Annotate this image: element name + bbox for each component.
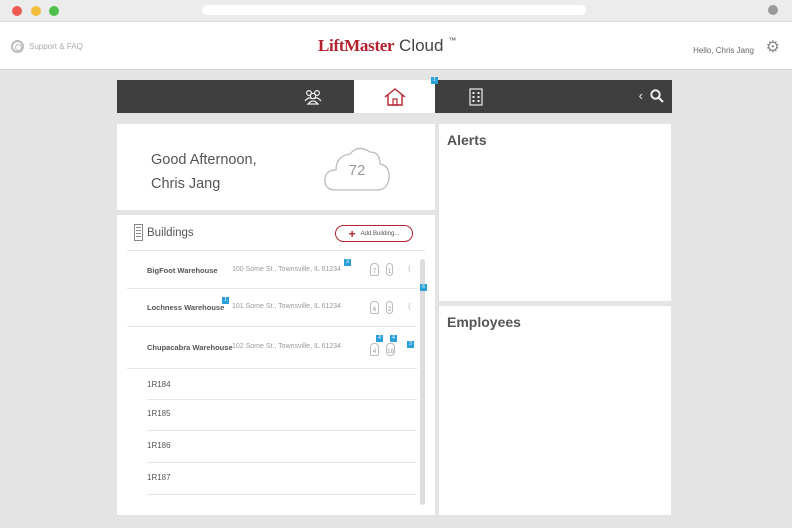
notification-badge: 1 bbox=[431, 77, 438, 84]
app-header: Support & FAQ LiftMaster Cloud ™ Hello, … bbox=[0, 22, 792, 70]
building-icon bbox=[134, 224, 143, 241]
building-row[interactable]: Lochness Warehouse 101 Some St., Townsvi… bbox=[127, 289, 417, 327]
building-badge: 6 bbox=[420, 284, 427, 291]
building-address: 101 Some St., Townsville, IL 61234 bbox=[232, 303, 341, 310]
home-icon bbox=[384, 87, 405, 106]
building-address: 100 Some St., Townsville, IL 61234 bbox=[232, 266, 341, 273]
support-link[interactable]: Support & FAQ bbox=[11, 40, 83, 53]
building-name: BigFoot Warehouse bbox=[147, 266, 218, 275]
user-greeting[interactable]: Hello, Chris Jang bbox=[693, 46, 754, 55]
buildings-title: Buildings bbox=[147, 227, 194, 239]
lock-icon: 6 bbox=[370, 301, 379, 314]
logo-trademark: ™ bbox=[448, 36, 457, 45]
main-nav: ‹ bbox=[117, 80, 672, 113]
welcome-message: Good Afternoon, Chris Jang bbox=[151, 148, 257, 196]
building-badge: 3 bbox=[407, 341, 414, 348]
gear-icon[interactable]: ⚙ bbox=[766, 40, 780, 56]
key-icon: 16 bbox=[386, 343, 395, 356]
close-window-button[interactable] bbox=[12, 6, 22, 16]
divider bbox=[127, 250, 425, 251]
key-icon: 2 bbox=[386, 301, 393, 314]
lock-badge: 4 bbox=[376, 335, 383, 342]
employees-title: Employees bbox=[447, 314, 521, 330]
alerts-title: Alerts bbox=[447, 132, 487, 148]
browser-menu-button[interactable] bbox=[768, 5, 778, 15]
temperature-value: 72 bbox=[348, 162, 366, 179]
building-icon bbox=[468, 87, 483, 106]
welcome-line-2: Chris Jang bbox=[151, 176, 221, 192]
lifebuoy-icon bbox=[11, 40, 24, 53]
building-name: Lochness Warehouse bbox=[147, 303, 225, 312]
buildings-panel: Buildings + Add Building... BigFoot Ware… bbox=[117, 215, 435, 515]
welcome-panel: Good Afternoon, Chris Jang 72 bbox=[117, 124, 435, 210]
tab-people[interactable] bbox=[272, 80, 353, 113]
minimize-window-button[interactable] bbox=[31, 6, 41, 16]
scrollbar-thumb[interactable] bbox=[420, 259, 425, 505]
address-bar[interactable] bbox=[202, 5, 586, 15]
employees-panel: Employees bbox=[439, 306, 671, 515]
add-building-label: Add Building... bbox=[360, 230, 400, 237]
key-icon: 1 bbox=[386, 263, 393, 276]
tab-home[interactable] bbox=[354, 80, 435, 113]
building-badge: 1 bbox=[222, 297, 229, 304]
add-building-button[interactable]: + Add Building... bbox=[335, 225, 413, 242]
chevron-left-icon[interactable]: ‹ bbox=[639, 89, 643, 102]
lock-icon: 7 bbox=[370, 263, 379, 276]
window-chrome bbox=[0, 0, 792, 22]
maximize-window-button[interactable] bbox=[49, 6, 59, 16]
building-row[interactable]: BigFoot Warehouse 100 Some St., Townsvil… bbox=[127, 253, 417, 289]
building-name: Chupacabra Warehouse bbox=[147, 343, 233, 352]
support-label: Support & FAQ bbox=[29, 42, 83, 51]
app-logo: LiftMaster Cloud ™ bbox=[318, 36, 456, 56]
door-list-item[interactable]: 1R187 bbox=[147, 463, 417, 495]
alerts-panel: Alerts bbox=[439, 124, 671, 301]
more-indicator: ( bbox=[408, 264, 411, 273]
weather-widget: 72 bbox=[322, 142, 392, 194]
logo-product: Cloud bbox=[399, 36, 444, 55]
logo-brand: LiftMaster bbox=[318, 36, 395, 55]
building-address: 102 Some St., Townsville, IL 61234 bbox=[232, 343, 341, 350]
scrollbar[interactable] bbox=[420, 259, 425, 505]
lock-icon: 4 bbox=[370, 343, 379, 356]
more-indicator: ( bbox=[408, 302, 411, 311]
people-icon bbox=[304, 89, 321, 105]
door-list-item[interactable]: 1R185 bbox=[147, 400, 417, 431]
building-row[interactable]: Chupacabra Warehouse 102 Some St., Towns… bbox=[127, 327, 417, 369]
door-list-item[interactable]: 1R186 bbox=[147, 431, 417, 463]
search-icon[interactable] bbox=[650, 89, 664, 108]
welcome-line-1: Good Afternoon, bbox=[151, 152, 257, 168]
building-badge: 3 bbox=[344, 259, 351, 266]
door-list-item[interactable]: 1R184 bbox=[147, 369, 417, 400]
tab-buildings[interactable] bbox=[435, 80, 516, 113]
plus-icon: + bbox=[348, 226, 356, 241]
key-badge: 4 bbox=[390, 335, 397, 342]
